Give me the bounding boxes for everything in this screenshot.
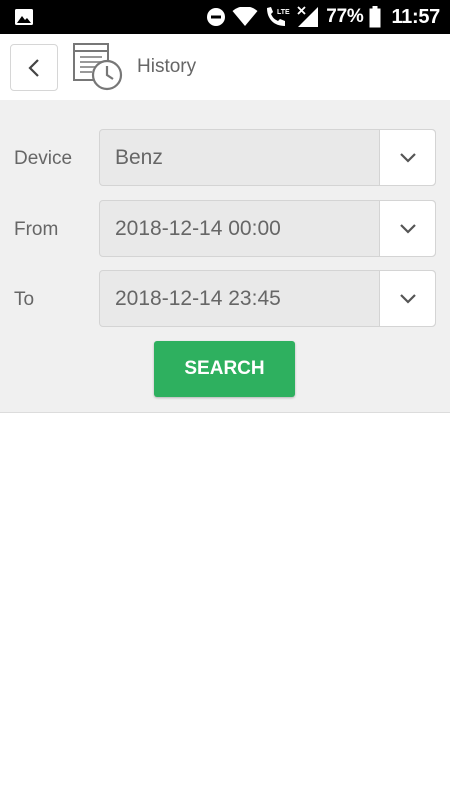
- to-value: 2018-12-14 23:45: [115, 286, 281, 310]
- wifi-icon: [232, 7, 258, 26]
- svg-text:LTE: LTE: [277, 9, 290, 16]
- lte-call-icon: LTE: [267, 7, 290, 26]
- from-dropdown-button[interactable]: [379, 201, 435, 256]
- status-bar: LTE 77% 11:57: [0, 0, 450, 34]
- chevron-down-icon: [399, 152, 416, 163]
- from-label: From: [14, 219, 59, 240]
- from-value: 2018-12-14 00:00: [115, 216, 281, 240]
- search-form: Device Benz From 2018-12-14 00:00 To 201…: [0, 100, 450, 413]
- gallery-icon: [15, 9, 33, 25]
- clock: 11:57: [391, 5, 440, 28]
- to-datetime-select[interactable]: 2018-12-14 23:45: [99, 270, 436, 327]
- dnd-icon: [207, 8, 226, 26]
- signal-icon: [297, 6, 319, 27]
- to-label: To: [14, 289, 35, 310]
- chevron-down-icon: [399, 223, 416, 234]
- page-title: History: [137, 56, 197, 77]
- back-button[interactable]: [10, 44, 58, 91]
- search-button[interactable]: SEARCH: [154, 341, 295, 397]
- device-value: Benz: [115, 145, 163, 169]
- device-select[interactable]: Benz: [99, 129, 436, 186]
- chevron-down-icon: [399, 293, 416, 304]
- app-header: History: [0, 34, 450, 100]
- history-report-icon: [73, 43, 123, 91]
- battery-percent: 77%: [326, 6, 364, 27]
- device-label: Device: [14, 148, 73, 169]
- battery-icon: [369, 6, 381, 28]
- from-datetime-select[interactable]: 2018-12-14 00:00: [99, 200, 436, 257]
- chevron-left-icon: [28, 58, 39, 77]
- to-dropdown-button[interactable]: [379, 271, 435, 326]
- device-dropdown-button[interactable]: [379, 130, 435, 185]
